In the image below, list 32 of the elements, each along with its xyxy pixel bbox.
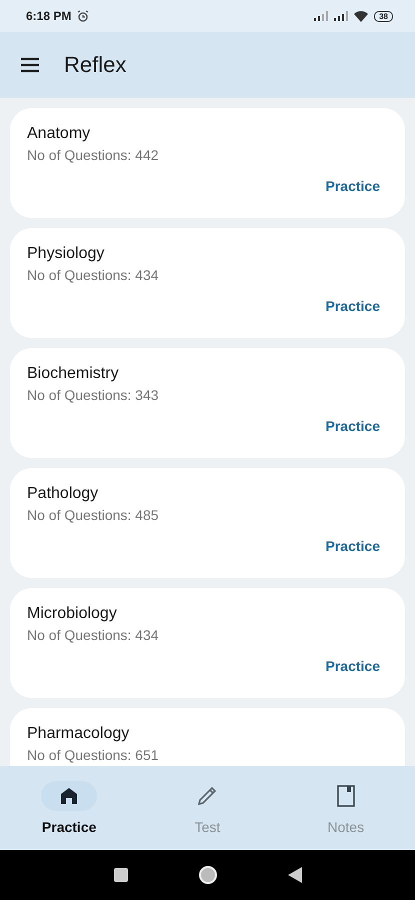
signal-icon: [334, 11, 348, 21]
app-title: Reflex: [64, 52, 126, 78]
subject-name: Pathology: [27, 485, 98, 503]
subject-name: Anatomy: [27, 125, 90, 143]
nav-tab[interactable]: Practice: [14, 781, 124, 835]
question-count: No of Questions: 485: [27, 507, 159, 523]
subject-name: Physiology: [27, 245, 104, 263]
home-icon: [60, 787, 78, 805]
subject-name: Biochemistry: [27, 365, 119, 383]
question-count: No of Questions: 442: [27, 147, 159, 163]
practice-link[interactable]: Practice: [326, 418, 380, 434]
alarm-icon: [77, 10, 90, 22]
subject-name: Pharmacology: [27, 725, 130, 743]
status-time: 6:18 PM: [26, 9, 72, 23]
menu-icon[interactable]: [20, 57, 40, 73]
home-button-icon[interactable]: [198, 865, 218, 885]
practice-link[interactable]: Practice: [326, 178, 380, 194]
question-count: No of Questions: 434: [27, 627, 159, 643]
subject-name: Microbiology: [27, 605, 117, 623]
practice-link[interactable]: Practice: [326, 538, 380, 554]
notebook-icon: [336, 785, 355, 807]
question-count: No of Questions: 434: [27, 267, 159, 283]
question-count: No of Questions: 651: [27, 747, 159, 763]
practice-link[interactable]: Practice: [326, 658, 380, 674]
practice-link[interactable]: Practice: [326, 298, 380, 314]
battery-icon: 38: [374, 10, 393, 22]
signal-icon: [314, 11, 328, 21]
question-count: No of Questions: 343: [27, 387, 159, 403]
recents-icon[interactable]: [114, 868, 128, 882]
back-icon[interactable]: [288, 867, 302, 883]
wifi-icon: [354, 10, 368, 22]
pencil-icon: [196, 785, 218, 807]
